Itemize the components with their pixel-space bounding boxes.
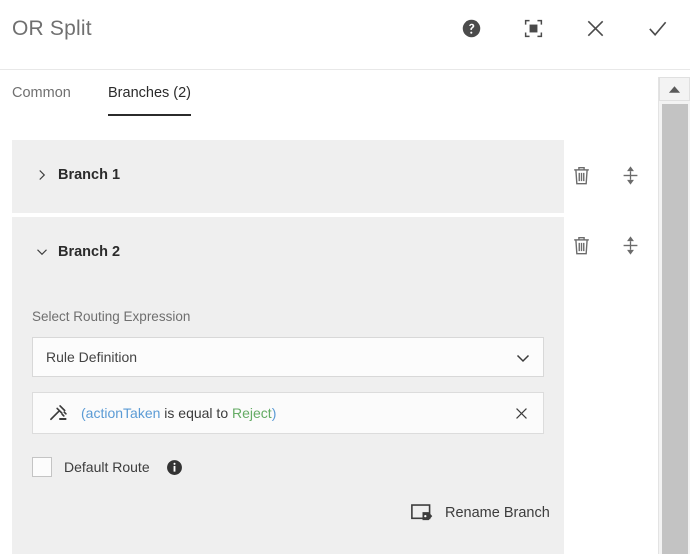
- routing-expression-label: Select Routing Expression: [32, 309, 191, 324]
- branch-1-header[interactable]: Branch 1: [36, 167, 120, 183]
- header-actions: [456, 13, 672, 43]
- delete-branch-2-button[interactable]: [570, 233, 592, 257]
- scroll-up-button[interactable]: [659, 77, 690, 101]
- tab-branches[interactable]: Branches (2): [108, 85, 192, 116]
- confirm-button[interactable]: [642, 13, 672, 43]
- branch-panel-2[interactable]: Branch 2 Select Routing Expression Rule …: [12, 217, 564, 554]
- branch-1-title: Branch 1: [58, 167, 121, 183]
- reorder-branch-2-button[interactable]: [619, 233, 641, 257]
- vertical-scrollbar[interactable]: [658, 77, 690, 554]
- scrollbar-thumb[interactable]: [662, 104, 688, 554]
- close-icon: [587, 20, 603, 36]
- scroll-up-arrow-icon: [668, 85, 681, 93]
- default-route-checkbox[interactable]: [32, 457, 52, 477]
- fullscreen-icon: [524, 19, 542, 37]
- reorder-branch-1-button[interactable]: [619, 163, 641, 187]
- rule-expression-row[interactable]: (actionTaken is equal to Reject): [32, 392, 544, 434]
- branch-2-title: Branch 2: [58, 244, 121, 260]
- info-icon[interactable]: [166, 458, 184, 476]
- chevron-down-icon: [37, 249, 47, 256]
- rule-value-token: Reject: [232, 405, 272, 421]
- tab-common[interactable]: Common: [12, 85, 71, 114]
- branch-1-tools: [570, 163, 641, 187]
- chevron-right-icon: [39, 170, 46, 180]
- chevron-down-icon: [516, 354, 530, 363]
- branch-2-header[interactable]: Branch 2: [36, 244, 120, 260]
- trash-icon: [573, 236, 589, 254]
- rule-close-paren: ): [271, 405, 277, 421]
- close-button[interactable]: [580, 13, 610, 43]
- tab-bar: Common Branches (2): [0, 71, 690, 127]
- routing-expression-value: Rule Definition: [46, 349, 138, 365]
- rule-operator-token: is equal to: [160, 405, 232, 421]
- rename-branch-label: Rename Branch: [445, 505, 550, 521]
- gavel-icon: [47, 402, 69, 424]
- branches-content: Branch 1 Branch 2 Select Routing Express…: [0, 127, 658, 554]
- branch-2-tools: [570, 233, 641, 257]
- default-route-row: Default Route: [32, 457, 184, 477]
- panel-header: OR Split: [0, 0, 690, 70]
- or-split-properties-panel: OR Split Common Branches (2) Branch 1 Br…: [0, 0, 690, 554]
- move-vertical-icon: [623, 235, 637, 255]
- default-route-label: Default Route: [64, 459, 150, 475]
- fullscreen-button[interactable]: [518, 13, 548, 43]
- branch-panel-1[interactable]: Branch 1: [12, 140, 564, 213]
- trash-icon: [573, 166, 589, 184]
- rename-icon: [410, 502, 434, 524]
- move-vertical-icon: [623, 165, 637, 185]
- rule-field-token: actionTaken: [85, 405, 161, 421]
- close-icon: [515, 407, 527, 419]
- rule-expression-text: (actionTaken is equal to Reject): [81, 405, 276, 421]
- page-title: OR Split: [12, 17, 92, 40]
- routing-expression-select[interactable]: Rule Definition: [32, 337, 544, 377]
- rename-branch-button[interactable]: Rename Branch: [410, 502, 550, 524]
- delete-branch-1-button[interactable]: [570, 163, 592, 187]
- help-button[interactable]: [456, 13, 486, 43]
- check-icon: [648, 21, 666, 36]
- remove-rule-button[interactable]: [511, 403, 531, 423]
- help-icon: [462, 19, 480, 37]
